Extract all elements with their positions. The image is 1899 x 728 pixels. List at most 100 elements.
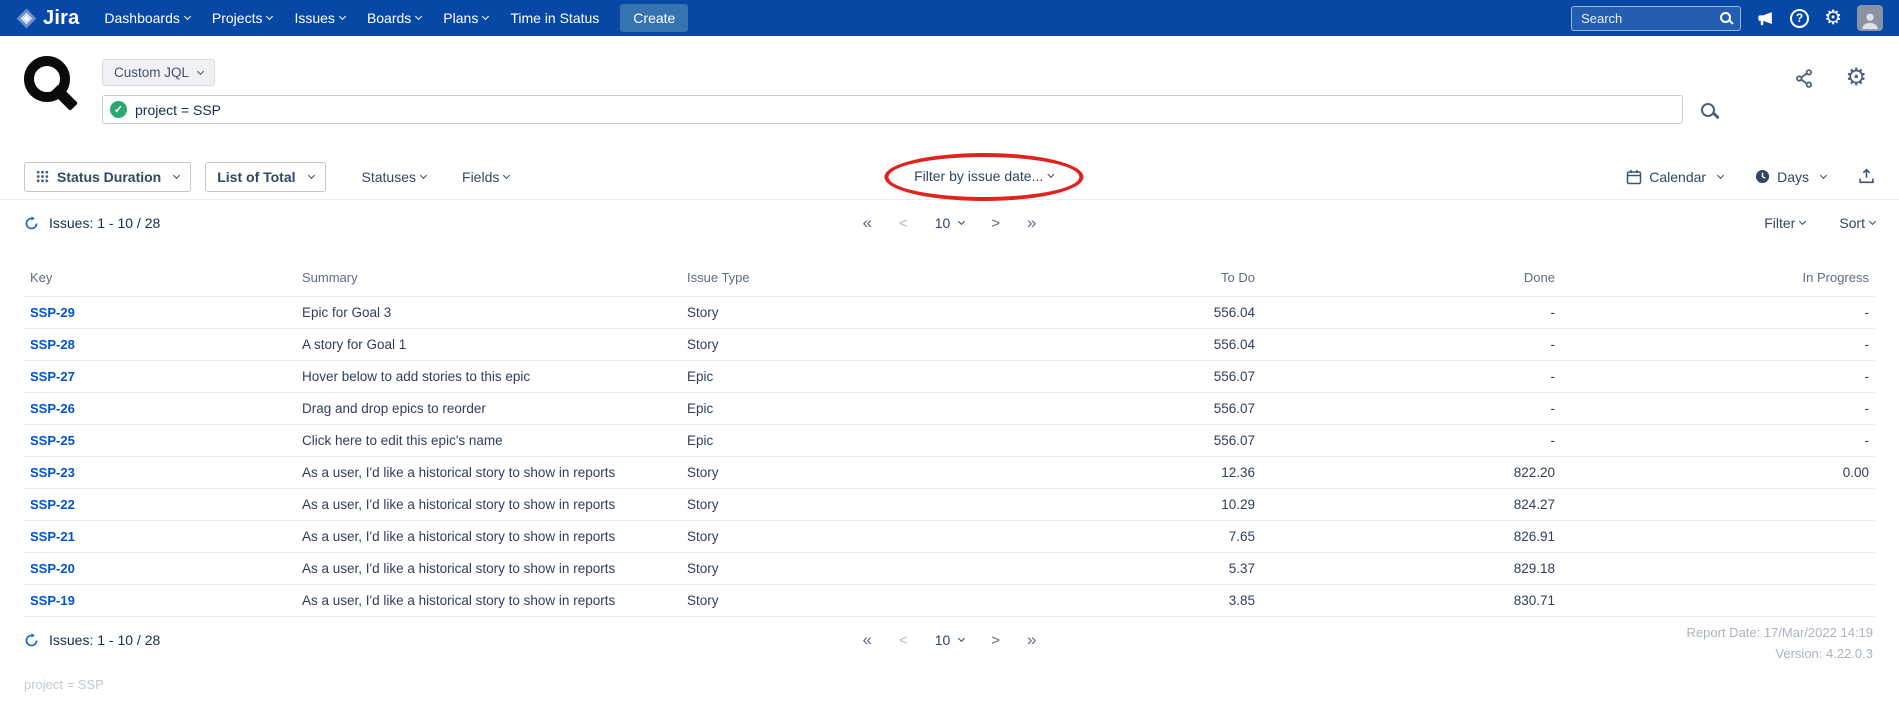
share-button[interactable]	[1794, 68, 1815, 89]
search-icon[interactable]	[1720, 12, 1731, 23]
jira-logo[interactable]: Jira	[16, 7, 79, 30]
nav-issues[interactable]: Issues	[283, 0, 355, 36]
issue-key-link[interactable]: SSP-19	[30, 593, 75, 608]
top-navbar: Jira Dashboards Projects Issues Boards P…	[0, 0, 1899, 36]
inprogress-value: 0.00	[1561, 457, 1875, 489]
issue-summary: Click here to edit this epic's name	[296, 425, 681, 457]
chevron-down-icon	[420, 171, 427, 178]
chevron-down-icon	[1799, 218, 1806, 225]
table-row: SSP-25 Click here to edit this epic's na…	[24, 425, 1875, 457]
gear-icon: ⚙	[1845, 66, 1867, 90]
done-value: -	[1261, 425, 1561, 457]
jql-input[interactable]	[102, 95, 1683, 124]
todo-value: 3.85	[981, 585, 1261, 617]
inprogress-value	[1561, 585, 1875, 617]
last-page-button[interactable]: »	[1027, 213, 1036, 233]
col-header-issue-type: Issue Type	[681, 246, 981, 297]
user-avatar[interactable]	[1857, 5, 1883, 31]
col-header-inprogress: In Progress	[1561, 246, 1875, 297]
inprogress-value: -	[1561, 393, 1875, 425]
help-button[interactable]: ?	[1790, 9, 1809, 28]
done-value: 830.71	[1261, 585, 1561, 617]
page-size-dropdown[interactable]: 10	[935, 632, 965, 648]
table-row: SSP-21 As a user, I'd like a historical …	[24, 521, 1875, 553]
issue-type: Story	[681, 553, 981, 585]
chevron-down-icon	[415, 13, 422, 20]
statuses-dropdown[interactable]: Statuses	[362, 169, 426, 185]
issue-key-link[interactable]: SSP-21	[30, 529, 75, 544]
chevron-down-icon	[266, 13, 273, 20]
todo-value: 12.36	[981, 457, 1261, 489]
prev-page-button[interactable]: <	[899, 215, 908, 232]
todo-value: 556.07	[981, 393, 1261, 425]
announcements-button[interactable]	[1756, 9, 1775, 28]
time-unit-dropdown[interactable]: Days	[1755, 169, 1826, 185]
person-icon	[1859, 9, 1881, 31]
nav-projects[interactable]: Projects	[201, 0, 284, 36]
todo-value: 5.37	[981, 553, 1261, 585]
refresh-button[interactable]	[24, 633, 39, 648]
issue-key-link[interactable]: SSP-29	[30, 305, 75, 320]
issue-key-link[interactable]: SSP-20	[30, 561, 75, 576]
chevron-down-icon	[958, 635, 965, 642]
sort-dropdown[interactable]: Sort	[1839, 215, 1875, 231]
chevron-down-icon	[197, 67, 204, 74]
prev-page-button[interactable]: <	[899, 632, 908, 649]
issue-type: Story	[681, 329, 981, 361]
issue-summary: As a user, I'd like a historical story t…	[296, 585, 681, 617]
jql-search-button[interactable]	[1701, 103, 1715, 117]
chevron-down-icon	[503, 171, 510, 178]
issue-key-link[interactable]: SSP-28	[30, 337, 75, 352]
refresh-icon	[24, 216, 39, 231]
nav-time-in-status[interactable]: Time in Status	[499, 0, 610, 36]
nav-dashboards[interactable]: Dashboards	[93, 0, 201, 36]
jql-area: Custom JQL ✓	[102, 36, 1875, 124]
inprogress-value: -	[1561, 425, 1875, 457]
search-input[interactable]	[1571, 6, 1741, 31]
nav-boards[interactable]: Boards	[356, 0, 432, 36]
issue-date-filter-dropdown[interactable]: Filter by issue date...	[914, 168, 1053, 184]
chevron-down-icon	[307, 171, 314, 178]
issue-key-link[interactable]: SSP-23	[30, 465, 75, 480]
share-icon	[1794, 68, 1815, 89]
list-type-button[interactable]: List of Total	[205, 162, 325, 192]
done-value: 822.20	[1261, 457, 1561, 489]
next-page-button[interactable]: >	[991, 215, 1000, 232]
create-button[interactable]: Create	[620, 4, 688, 32]
report-settings-button[interactable]: ⚙	[1845, 66, 1867, 90]
issue-summary: As a user, I'd like a historical story t…	[296, 521, 681, 553]
chevron-down-icon	[173, 171, 180, 178]
refresh-button[interactable]	[24, 216, 39, 231]
table-row: SSP-23 As a user, I'd like a historical …	[24, 457, 1875, 489]
report-info: Report Date: 17/Mar/2022 14:19 Version: …	[1687, 622, 1873, 665]
toolbar-right: Calendar Days	[1626, 168, 1875, 185]
last-page-button[interactable]: »	[1027, 630, 1036, 650]
filter-dropdown[interactable]: Filter	[1764, 215, 1805, 231]
pagination-top: « < 10 > »	[862, 213, 1036, 233]
issue-key-link[interactable]: SSP-22	[30, 497, 75, 512]
issue-summary: Drag and drop epics to reorder	[296, 393, 681, 425]
jira-logo-icon	[16, 8, 37, 29]
nav-plans[interactable]: Plans	[432, 0, 499, 36]
first-page-button[interactable]: «	[862, 213, 871, 233]
issues-table: Key Summary Issue Type To Do Done In Pro…	[24, 246, 1875, 617]
page-size-dropdown[interactable]: 10	[935, 215, 965, 231]
issue-type: Story	[681, 521, 981, 553]
calendar-icon	[1626, 169, 1642, 185]
view-type-button[interactable]: Status Duration	[24, 162, 191, 192]
issue-key-link[interactable]: SSP-27	[30, 369, 75, 384]
jql-mode-button[interactable]: Custom JQL	[102, 59, 215, 86]
done-value: 826.91	[1261, 521, 1561, 553]
chevron-down-icon	[1047, 170, 1054, 177]
issue-key-link[interactable]: SSP-26	[30, 401, 75, 416]
settings-button[interactable]: ⚙	[1824, 8, 1842, 28]
date-filter-wrap: Filter by issue date...	[914, 168, 1053, 186]
issue-key-link[interactable]: SSP-25	[30, 433, 75, 448]
export-button[interactable]	[1858, 168, 1875, 185]
todo-value: 556.07	[981, 361, 1261, 393]
col-header-todo: To Do	[981, 246, 1261, 297]
next-page-button[interactable]: >	[991, 632, 1000, 649]
fields-dropdown[interactable]: Fields	[462, 169, 509, 185]
calendar-dropdown[interactable]: Calendar	[1626, 169, 1723, 185]
first-page-button[interactable]: «	[862, 630, 871, 650]
